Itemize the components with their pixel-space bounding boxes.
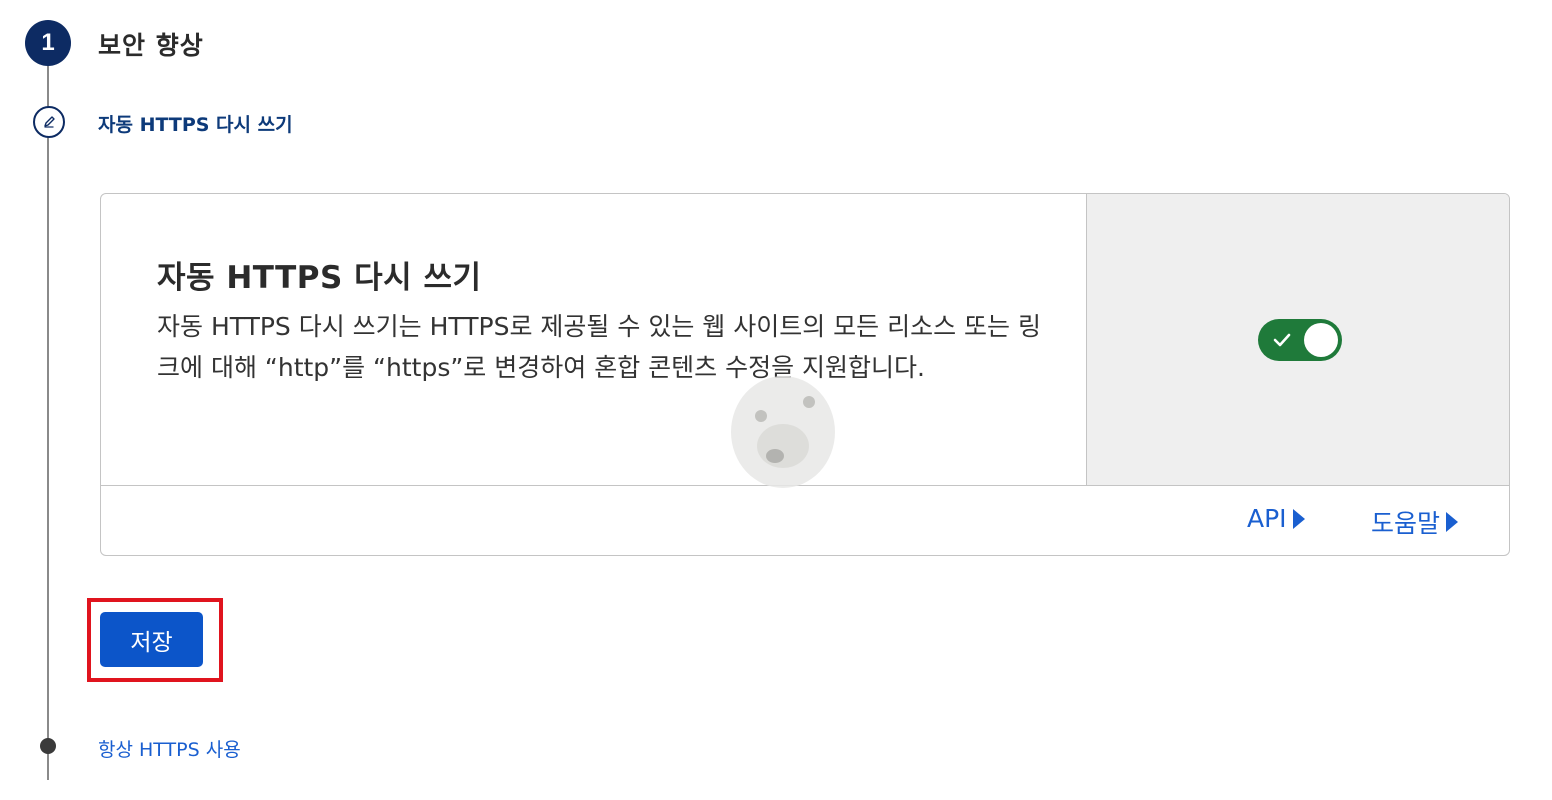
page: 1 보안 향상 자동 HTTPS 다시 쓰기 자동 HTTPS 다시 쓰기 자동… [0,0,1552,800]
setting-control-panel [1087,194,1509,486]
help-link[interactable]: 도움말 [1371,504,1459,540]
step-title: 보안 향상 [98,31,204,60]
stepper-line [47,62,49,780]
api-link-label: API [1247,504,1287,533]
setting-description: 자동 HTTPS 다시 쓰기는 HTTPS로 제공될 수 있는 웹 사이트의 모… [157,312,1042,382]
api-link[interactable]: API [1247,504,1305,533]
triangle-right-icon [1446,512,1459,532]
substep-current-label[interactable]: 자동 HTTPS 다시 쓰기 [98,110,293,137]
stepper-dot [40,738,56,754]
substep-next-label[interactable]: 항상 HTTPS 사용 [98,735,241,762]
setting-card-footer: API 도움말 [101,486,1509,555]
setting-title: 자동 HTTPS 다시 쓰기 [157,260,482,296]
toggle-knob [1304,323,1338,357]
setting-card: 자동 HTTPS 다시 쓰기 자동 HTTPS 다시 쓰기는 HTTPS로 제공… [100,193,1510,556]
save-button[interactable]: 저장 [100,612,203,667]
check-icon [1273,333,1291,347]
pencil-icon [33,106,65,138]
step-number-badge: 1 [25,20,71,66]
help-link-label: 도움말 [1371,509,1441,538]
triangle-right-icon [1292,508,1305,529]
watermark-image [731,376,835,488]
https-rewrite-toggle[interactable] [1258,319,1342,361]
setting-card-body: 자동 HTTPS 다시 쓰기 자동 HTTPS 다시 쓰기는 HTTPS로 제공… [101,194,1087,488]
